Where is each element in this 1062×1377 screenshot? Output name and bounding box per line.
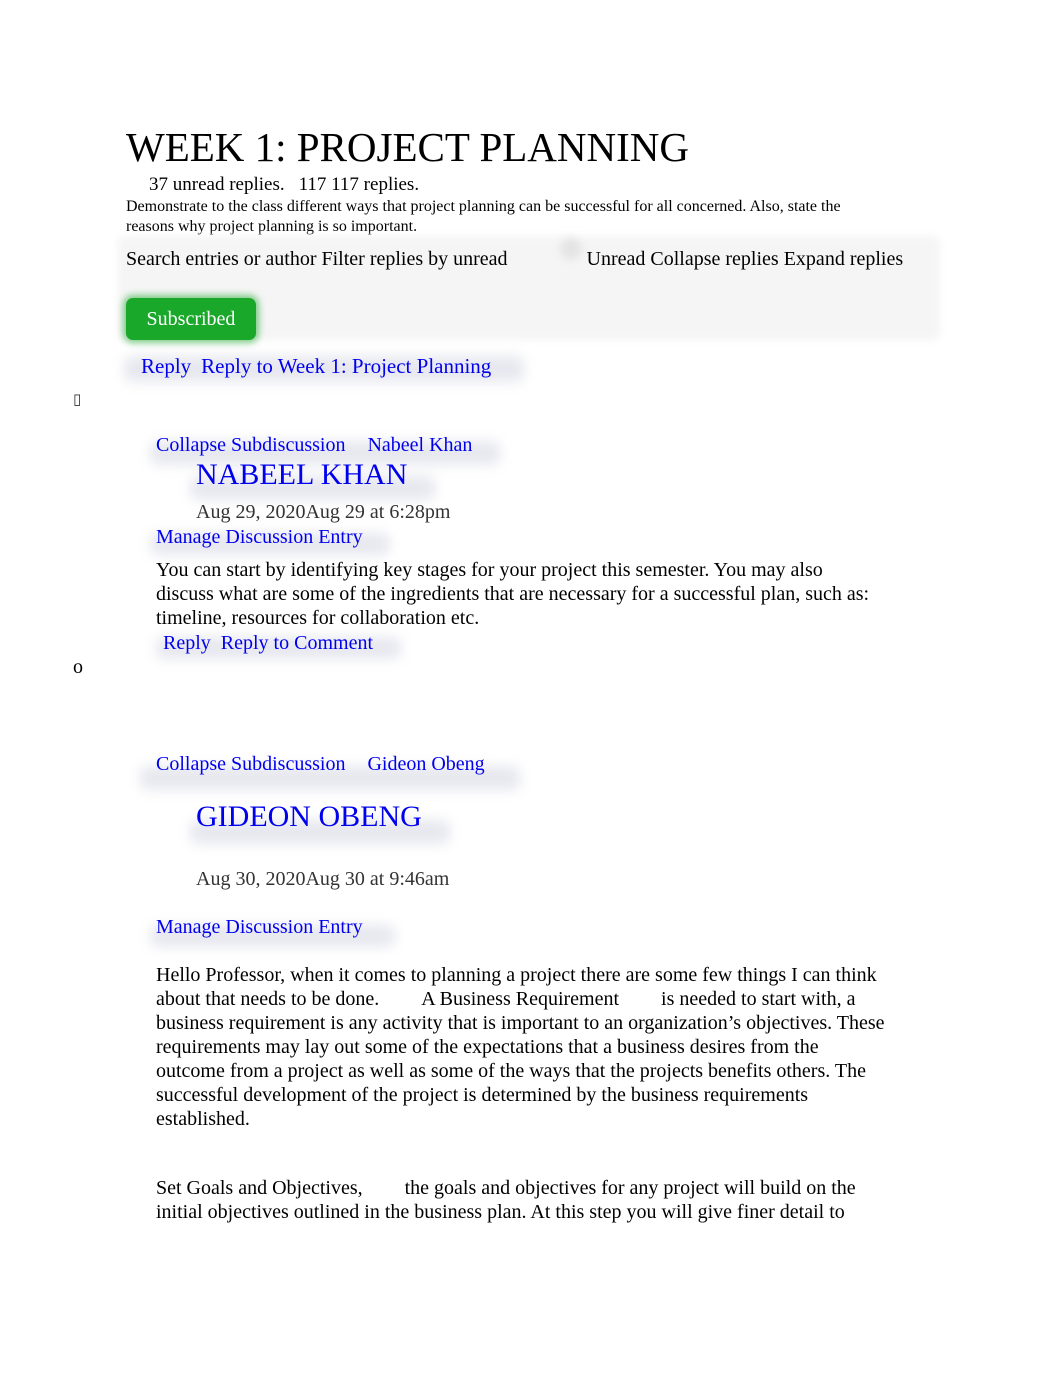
- unread-label: Unread: [586, 248, 646, 270]
- manage-discussion-entry-button[interactable]: Manage Discussion Entry: [156, 524, 363, 550]
- entry-body-paragraph: Set Goals and Objectives, the goals and o…: [156, 1176, 896, 1224]
- expand-replies-button[interactable]: Expand replies: [784, 248, 903, 270]
- reply-to-comment-link[interactable]: Reply to Comment: [221, 632, 373, 654]
- reply-to-topic-link[interactable]: Reply to Week 1: Project Planning: [201, 354, 491, 378]
- filter-unread-label[interactable]: Filter replies by unread: [321, 248, 507, 270]
- body-emphasis: Set Goals and Objectives,: [156, 1177, 363, 1199]
- entry-body: Hello Professor, when it comes to planni…: [156, 963, 886, 1131]
- entry-header-row: Collapse Subdiscussion Gideon Obeng: [156, 751, 485, 777]
- collapse-replies-button[interactable]: Collapse replies: [650, 248, 778, 270]
- discussion-toolbar: Search entries or author Filter replies …: [126, 247, 906, 272]
- topic-reply-row: Reply Reply to Week 1: Project Planning: [141, 353, 491, 379]
- collapse-subdiscussion-button[interactable]: Collapse Subdiscussion: [156, 753, 345, 775]
- entry-reply-row: Reply Reply to Comment: [163, 630, 373, 656]
- entry-body-paragraph: Hello Professor, when it comes to planni…: [156, 963, 886, 1131]
- page-title: WEEK 1: PROJECT PLANNING: [126, 124, 689, 170]
- entry-date: Aug 30, 2020Aug 30 at 9:46am: [196, 868, 450, 890]
- entry-header-row: Collapse Subdiscussion Nabeel Khan: [156, 432, 472, 458]
- list-bullet-icon: o: [73, 656, 83, 678]
- topic-description: Demonstrate to the class different ways …: [126, 198, 841, 235]
- reply-counts: 37 unread replies. 117 117 replies.: [149, 174, 419, 196]
- body-emphasis: A Business Requirement: [421, 988, 620, 1010]
- total-replies-count: 117 117 replies.: [298, 174, 420, 195]
- manage-discussion-entry-button[interactable]: Manage Discussion Entry: [156, 914, 363, 940]
- collapse-subdiscussion-button[interactable]: Collapse Subdiscussion: [156, 434, 345, 456]
- search-input[interactable]: Search entries or author: [126, 248, 316, 270]
- author-link[interactable]: Nabeel Khan: [367, 434, 472, 456]
- unread-replies-count: 37 unread replies.: [149, 174, 285, 195]
- entry-body: Set Goals and Objectives, the goals and o…: [156, 1176, 896, 1224]
- entry-body: You can start by identifying key stages …: [156, 559, 870, 629]
- author-link[interactable]: Gideon Obeng: [367, 753, 484, 775]
- list-bullet-icon: ▯: [73, 390, 82, 408]
- entry-date: Aug 29, 2020Aug 29 at 6:28pm: [196, 501, 451, 523]
- reply-button[interactable]: Reply: [163, 632, 211, 654]
- author-heading[interactable]: NABEEL KHAN: [196, 458, 407, 492]
- subscribed-button[interactable]: Subscribed: [126, 298, 256, 340]
- reply-button[interactable]: Reply: [141, 354, 191, 378]
- author-heading[interactable]: GIDEON OBENG: [196, 800, 422, 834]
